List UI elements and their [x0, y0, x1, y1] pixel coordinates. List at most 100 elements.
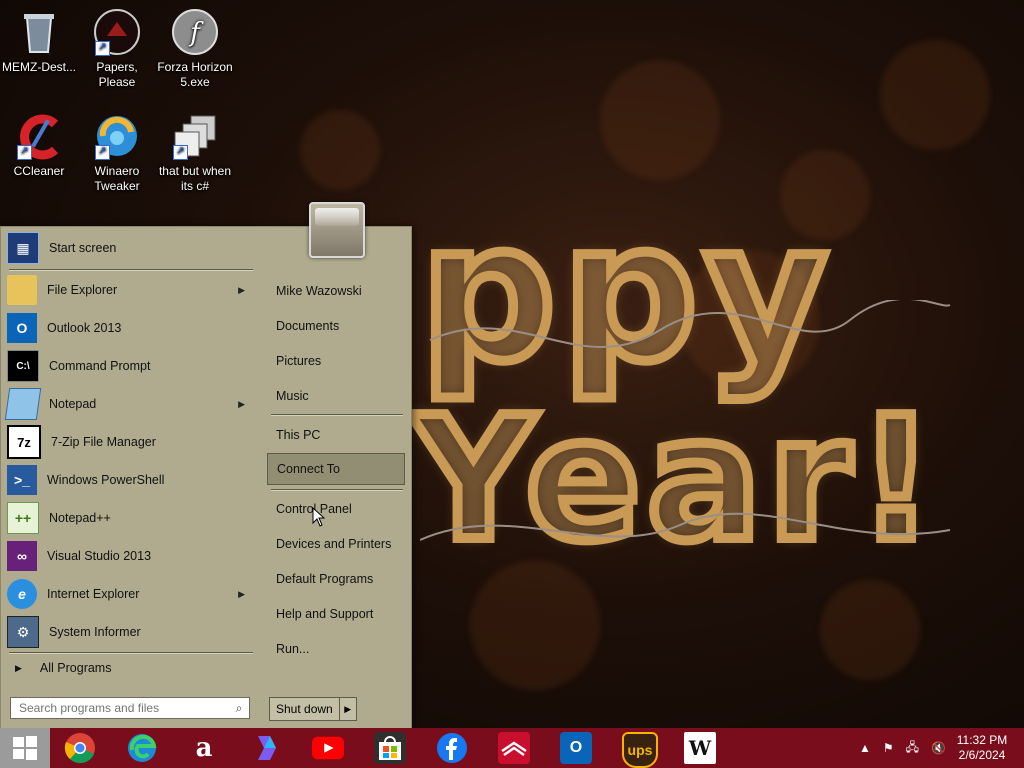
places-item-label: Help and Support	[276, 607, 374, 621]
start-item-start-screen[interactable]: ▦ Start screen	[7, 229, 253, 267]
desktop-icon-winaero[interactable]: ↗ Winaero Tweaker	[78, 112, 156, 194]
all-programs-button[interactable]: ▶ All Programs	[15, 661, 111, 675]
taskbar-ups[interactable]: ups	[622, 732, 658, 768]
shutdown-button[interactable]: Shut down	[270, 698, 340, 720]
desktop-icon-forza[interactable]: f Forza Horizon 5.exe	[156, 8, 234, 90]
taskbar-outlook[interactable]: O	[560, 732, 592, 764]
desktop-icon-label: CCleaner	[13, 164, 65, 178]
start-item-label: 7-Zip File Manager	[51, 435, 156, 449]
shortcut-arrow-icon: ↗	[95, 145, 110, 160]
notepad-icon	[4, 388, 42, 420]
start-item-file-explorer[interactable]: File Explorer ▶	[7, 271, 253, 309]
places-item-pictures[interactable]: Pictures	[267, 345, 405, 377]
powershell-icon: >_	[7, 465, 37, 495]
windows-logo-icon	[13, 736, 37, 760]
start-item-label: Visual Studio 2013	[47, 549, 152, 563]
start-item-powershell[interactable]: >_ Windows PowerShell	[7, 461, 253, 499]
start-item-label: Command Prompt	[49, 359, 151, 373]
desktop-icon-label: Winaero Tweaker	[94, 164, 140, 193]
search-icon[interactable]: ⌕	[229, 701, 249, 716]
start-item-label: Internet Explorer	[47, 587, 140, 601]
all-programs-label: All Programs	[39, 661, 112, 675]
taskbar-store[interactable]	[374, 732, 406, 764]
system-informer-icon: ⚙	[7, 616, 39, 648]
places-item-user[interactable]: Mike Wazowski	[267, 275, 405, 307]
notepadpp-icon: ++	[7, 502, 39, 534]
start-screen-icon: ▦	[7, 232, 39, 264]
desktop-icon-ccleaner[interactable]: ↗ CCleaner	[0, 112, 78, 179]
bokeh-light	[600, 60, 720, 180]
places-item-default-programs[interactable]: Default Programs	[267, 563, 405, 595]
separator	[9, 652, 253, 654]
places-item-this-pc[interactable]: This PC	[267, 419, 405, 451]
places-item-devices-printers[interactable]: Devices and Printers	[267, 528, 405, 560]
places-item-connect-to[interactable]: Connect To	[267, 453, 405, 485]
places-item-documents[interactable]: Documents	[267, 310, 405, 342]
network-icon[interactable]: 🖧	[906, 738, 919, 759]
start-item-outlook[interactable]: O Outlook 2013	[7, 309, 253, 347]
taskbar-copilot[interactable]	[250, 732, 282, 764]
taskbar-amazon[interactable]: a	[188, 732, 220, 764]
volume-muted-icon[interactable]: 🔇	[931, 741, 946, 755]
bokeh-light	[300, 110, 380, 190]
amazon-icon: a	[195, 733, 213, 763]
shutdown-options-arrow-icon[interactable]: ▶	[340, 698, 356, 720]
places-item-label: Mike Wazowski	[276, 284, 362, 298]
start-button[interactable]	[0, 728, 50, 768]
clock-time: 11:32 PM	[956, 733, 1008, 747]
start-item-label: Notepad	[49, 397, 97, 411]
show-hidden-icons-chevron-icon[interactable]: ▲	[859, 741, 871, 755]
wallpaper-letters-top: ppy	[415, 182, 834, 403]
internet-explorer-icon: e	[7, 579, 37, 609]
user-picture[interactable]	[309, 202, 365, 258]
submenu-arrow-icon: ▶	[238, 588, 245, 599]
places-item-label: Devices and Printers	[276, 537, 392, 551]
windows-stack-icon: ↗	[171, 112, 219, 160]
start-item-system-informer[interactable]: ⚙ System Informer	[7, 613, 253, 651]
wallpaper-letters-bottom: Year!	[407, 381, 941, 579]
taskbar-facebook[interactable]	[436, 732, 468, 764]
taskbar-edge[interactable]	[126, 732, 158, 764]
desktop-icon-label: Papers, Please	[96, 60, 138, 89]
start-item-notepadpp[interactable]: ++ Notepad++	[7, 499, 253, 537]
start-item-7zip[interactable]: 7z 7-Zip File Manager	[7, 423, 253, 461]
visual-studio-icon: ∞	[7, 541, 37, 571]
taskbar-youtube[interactable]	[312, 732, 344, 764]
start-item-command-prompt[interactable]: C:\ Command Prompt	[7, 347, 253, 385]
taskbar-chrome[interactable]	[64, 732, 96, 764]
ccleaner-icon: ↗	[15, 112, 63, 160]
separator	[271, 414, 403, 416]
recycle-bin-icon	[15, 8, 63, 56]
search-box[interactable]: ⌕	[10, 697, 250, 719]
start-item-label: File Explorer	[47, 283, 118, 297]
youtube-icon	[312, 736, 344, 760]
taskbar-wikipedia[interactable]: W	[684, 732, 716, 764]
places-item-help-support[interactable]: Help and Support	[267, 598, 405, 630]
mouse-cursor-icon	[312, 507, 326, 527]
ups-icon: ups	[627, 742, 653, 758]
start-menu: ▦ Start screen File Explorer ▶ O Outlook…	[0, 226, 412, 730]
desktop-icon-recycle-bin[interactable]: MEMZ-Dest...	[0, 8, 78, 75]
start-item-visual-studio[interactable]: ∞ Visual Studio 2013	[7, 537, 253, 575]
start-item-label: Start screen	[49, 241, 117, 255]
shutdown-control: Shut down ▶	[269, 697, 357, 721]
places-item-run[interactable]: Run...	[267, 633, 405, 665]
places-item-label: Default Programs	[276, 572, 374, 586]
taskbar-bank[interactable]	[498, 732, 530, 764]
edge-icon	[128, 734, 157, 762]
search-input[interactable]	[17, 700, 229, 716]
places-item-control-panel[interactable]: Control Panel	[267, 493, 405, 525]
clock[interactable]: 11:32 PM 2/6/2024	[952, 733, 1012, 763]
start-item-label: Windows PowerShell	[47, 473, 165, 487]
desktop-icon-that-but[interactable]: ↗ that but when its c#	[156, 112, 234, 194]
action-center-flag-icon[interactable]: ⚑	[883, 741, 894, 755]
places-item-label: This PC	[276, 428, 321, 442]
start-item-notepad[interactable]: Notepad ▶	[4, 385, 253, 423]
shortcut-arrow-icon: ↗	[17, 145, 32, 160]
system-tray: ▲ ⚑ 🖧 🔇 11:32 PM 2/6/2024	[853, 728, 1024, 768]
desktop-icon-papers-please[interactable]: ↗ Papers, Please	[78, 8, 156, 90]
desktop-icon-label: MEMZ-Dest...	[2, 60, 76, 74]
start-item-internet-explorer[interactable]: e Internet Explorer ▶	[7, 575, 253, 613]
places-item-music[interactable]: Music	[267, 380, 405, 412]
store-icon	[379, 736, 401, 760]
